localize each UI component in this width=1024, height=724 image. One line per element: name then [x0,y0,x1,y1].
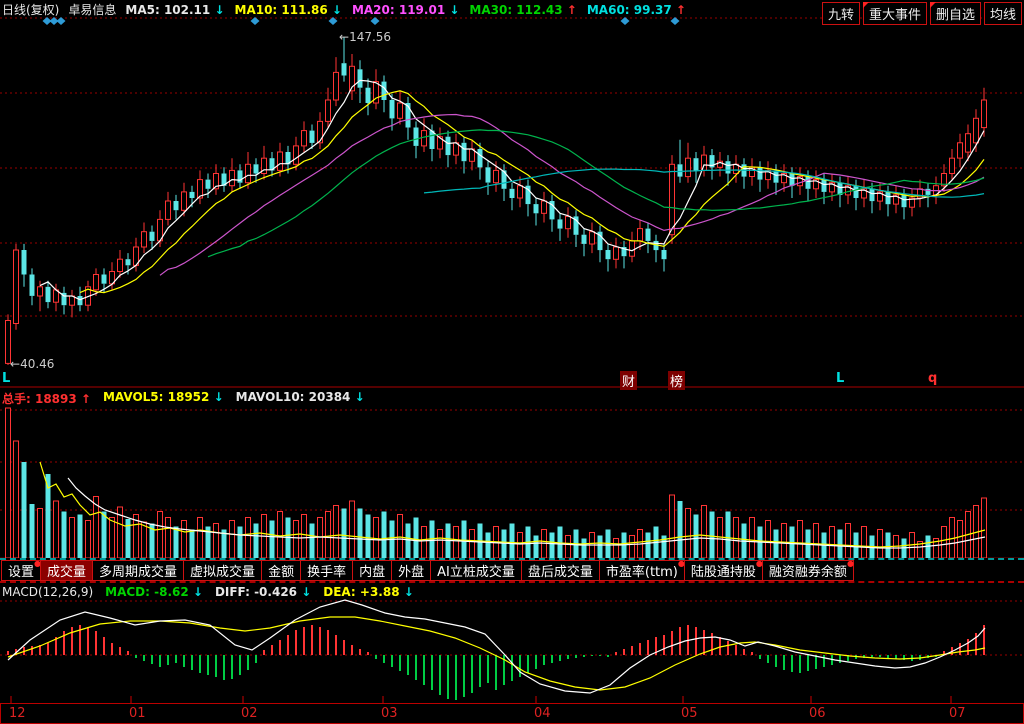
tab-label: 盘后成交量 [528,561,593,580]
ma-values: MA5: 102.11 ↓ MA10: 111.86 ↓ MA20: 119.01 … [125,3,686,17]
ma-value: MA30: 112.43 ↑ [469,3,576,17]
tab-label: 外盘 [398,561,424,580]
tab-item[interactable]: 换手率 [300,560,353,581]
month-label: 05 [681,706,698,721]
macd-title: MACD(12,26,9) [2,585,93,599]
macd-values: MACD: -8.62 ↓ DIFF: -0.426 ↓ DEA: +3.88 ↓ [105,585,414,599]
tab-item[interactable]: 设置● [1,560,41,581]
ma-value: MA60: 99.37 ↑ [587,3,686,17]
tab-item[interactable]: AI立桩成交量 [430,560,522,581]
time-axis-bar: 12 01 02 03 04 05 06 07 [0,703,1024,724]
arrow-left-icon: ← [10,357,20,371]
tab-label: 金额 [268,561,294,580]
tab-label: AI立桩成交量 [437,561,515,580]
trend-arrow-icon: ↓ [445,3,459,17]
tab-label: 融资融券余额 [769,561,847,580]
tab-label: 设置 [8,561,34,580]
top-header-bar: 日线(复权) 卓易信息 MA5: 102.11 ↓MA10: 111.86 ↓M… [2,1,686,18]
tab-item[interactable]: 盘后成交量 [521,560,600,581]
trend-arrow-icon: ↓ [297,585,311,599]
month-label: 07 [949,706,966,721]
volume-stat: 总手: 18893 ↑ [2,390,91,407]
month-label: 06 [809,706,826,721]
high-price-callout: ←147.56 [339,30,391,44]
trend-arrow-icon: ↑ [77,392,91,406]
trend-arrow-icon: ↓ [328,3,342,17]
month-label: 02 [241,706,258,721]
tab-item[interactable]: 多周期成交量 [92,560,184,581]
tab-item[interactable]: 成交量 [40,560,93,581]
tab-item[interactable]: 金额 [261,560,301,581]
low-price-value: 40.46 [20,357,54,371]
header-button[interactable]: 九转 [822,2,860,25]
chart-overlay-label: L [836,371,844,386]
tab-item[interactable]: 陆股通持股● [684,560,763,581]
trend-arrow-icon: ↓ [189,585,203,599]
volume-header: 总手: 18893 ↑ MAVOL5: 18952 ↓ MAVOL10: 20384… [2,390,365,407]
corner-notch-icon [930,2,936,8]
macd-header: MACD(12,26,9) MACD: -8.62 ↓ DIFF: -0.426 … [2,585,414,599]
tab-item[interactable]: 市盈率(ttm)● [599,560,685,581]
tab-label: 成交量 [47,561,86,580]
volume-stat: MAVOL10: 20384 ↓ [236,390,365,407]
tab-item[interactable]: 虚拟成交量 [183,560,262,581]
tab-label: 市盈率(ttm) [606,561,678,580]
stock-name: 卓易信息 [68,1,116,18]
trend-arrow-icon: ↓ [209,390,223,404]
ma-value: MA10: 111.86 ↓ [235,3,342,17]
ma-value: MA5: 102.11 ↓ [125,3,224,17]
stock-chart-window: 日线(复权) 卓易信息 MA5: 102.11 ↓MA10: 111.86 ↓M… [0,0,1024,724]
header-button[interactable]: 均线 [984,2,1022,25]
macd-stat: DEA: +3.88 ↓ [323,585,414,599]
macd-stat: DIFF: -0.426 ↓ [215,585,311,599]
month-label: 01 [129,706,146,721]
chart-canvas[interactable] [0,0,1024,724]
trend-arrow-icon: ↓ [400,585,414,599]
month-label: 12 [9,706,26,721]
trend-arrow-icon: ↑ [672,3,686,17]
tab-item[interactable]: 外盘 [391,560,431,581]
tab-item[interactable]: 融资融券余额● [762,560,854,581]
trend-arrow-icon: ↓ [350,390,364,404]
trend-arrow-icon: ↑ [563,3,577,17]
header-button[interactable]: 删自选 [930,2,981,25]
macd-stat: MACD: -8.62 ↓ [105,585,203,599]
chart-overlay-label: q [928,371,937,386]
header-button-row: 九转重大事件删自选均线 [822,2,1022,25]
period-label: 日线(复权) [2,1,59,18]
volume-stat: MAVOL5: 18952 ↓ [103,390,224,407]
chart-overlay-label[interactable]: 榜 [668,371,685,390]
tab-label: 多周期成交量 [99,561,177,580]
chart-overlay-label[interactable]: 财 [620,371,637,390]
arrow-left-icon: ← [339,30,349,44]
high-price-value: 147.56 [349,30,391,44]
indicator-tab-bar: 设置●成交量多周期成交量虚拟成交量金额换手率内盘外盘AI立桩成交量盘后成交量市盈… [0,558,1024,583]
tab-label: 陆股通持股 [691,561,756,580]
corner-notch-icon [863,2,869,8]
low-price-callout: ←40.46 [10,357,54,371]
month-label: 04 [534,706,551,721]
tab-item[interactable]: 内盘 [352,560,392,581]
tab-label: 内盘 [359,561,385,580]
ma-value: MA20: 119.01 ↓ [352,3,459,17]
new-badge-dot-icon: ● [847,559,854,568]
tab-label: 换手率 [307,561,346,580]
trend-arrow-icon: ↓ [210,3,224,17]
month-label: 03 [381,706,398,721]
tab-label: 虚拟成交量 [190,561,255,580]
chart-overlay-label: L [2,371,10,386]
header-button[interactable]: 重大事件 [863,2,927,25]
